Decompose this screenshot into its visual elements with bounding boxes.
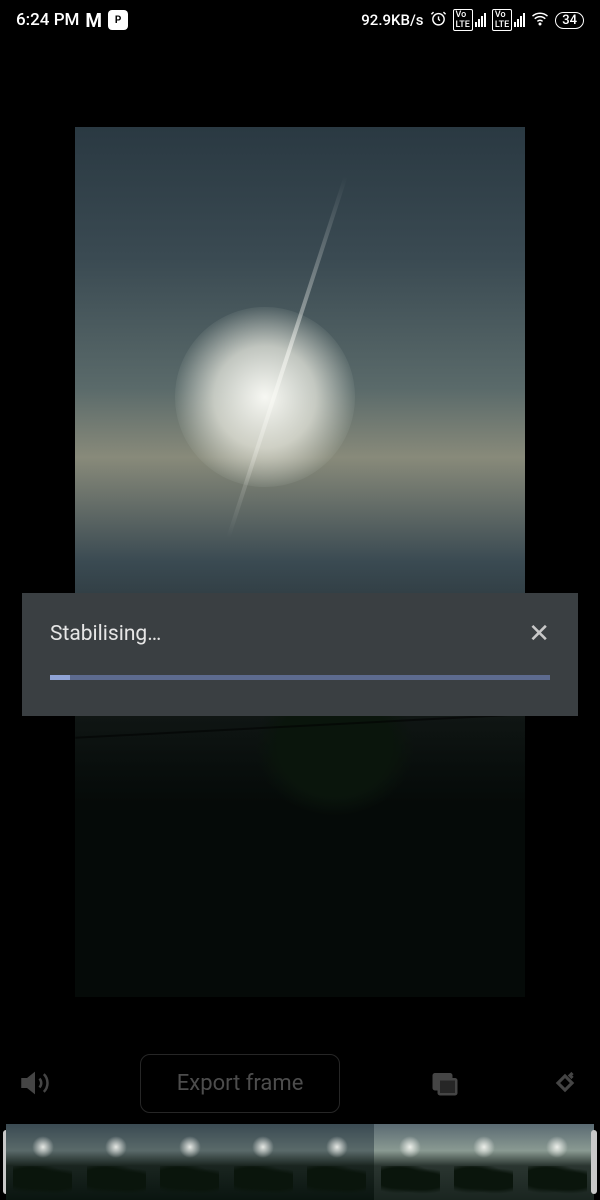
timeline-thumb[interactable] bbox=[153, 1124, 227, 1200]
wifi-icon bbox=[531, 9, 549, 31]
timeline-thumb[interactable] bbox=[6, 1124, 80, 1200]
timeline-filmstrip[interactable] bbox=[0, 1124, 600, 1200]
timeline-thumb[interactable] bbox=[300, 1124, 374, 1200]
status-left: 6:24 PM M P bbox=[16, 9, 128, 32]
status-bar: 6:24 PM M P 92.9KB/s VoLTE VoLTE 34 bbox=[0, 0, 600, 40]
video-preview[interactable] bbox=[75, 127, 525, 997]
rotate-button[interactable] bbox=[550, 1068, 580, 1098]
network-speed: 92.9KB/s bbox=[361, 11, 423, 29]
video-canvas-area: Stabilising… ✕ bbox=[0, 40, 600, 1042]
export-frame-button[interactable]: Export frame bbox=[140, 1054, 341, 1113]
alarm-icon bbox=[430, 10, 447, 31]
progress-dialog: Stabilising… ✕ bbox=[22, 593, 578, 716]
stabilise-button[interactable] bbox=[430, 1068, 460, 1098]
timeline-thumb[interactable] bbox=[521, 1124, 595, 1200]
app-indicator-paytm: P bbox=[108, 10, 128, 30]
timeline-thumb[interactable] bbox=[447, 1124, 521, 1200]
volume-button[interactable] bbox=[20, 1068, 50, 1098]
status-right: 92.9KB/s VoLTE VoLTE 34 bbox=[361, 9, 584, 31]
timeline-thumb[interactable] bbox=[227, 1124, 301, 1200]
editor-toolbar: Export frame bbox=[0, 1042, 600, 1124]
progress-bar bbox=[50, 675, 550, 680]
app-indicator-m: M bbox=[85, 9, 102, 32]
sim2-signal: VoLTE bbox=[492, 9, 525, 31]
dialog-title: Stabilising… bbox=[50, 622, 161, 646]
sim1-signal: VoLTE bbox=[453, 9, 486, 31]
trim-handle-end[interactable] bbox=[591, 1130, 597, 1194]
progress-fill bbox=[50, 675, 70, 680]
close-icon[interactable]: ✕ bbox=[528, 621, 550, 647]
battery-indicator: 34 bbox=[555, 12, 584, 29]
status-time: 6:24 PM bbox=[16, 10, 79, 30]
preview-content bbox=[175, 307, 355, 487]
timeline-thumb[interactable] bbox=[80, 1124, 154, 1200]
timeline-thumb[interactable] bbox=[374, 1124, 448, 1200]
